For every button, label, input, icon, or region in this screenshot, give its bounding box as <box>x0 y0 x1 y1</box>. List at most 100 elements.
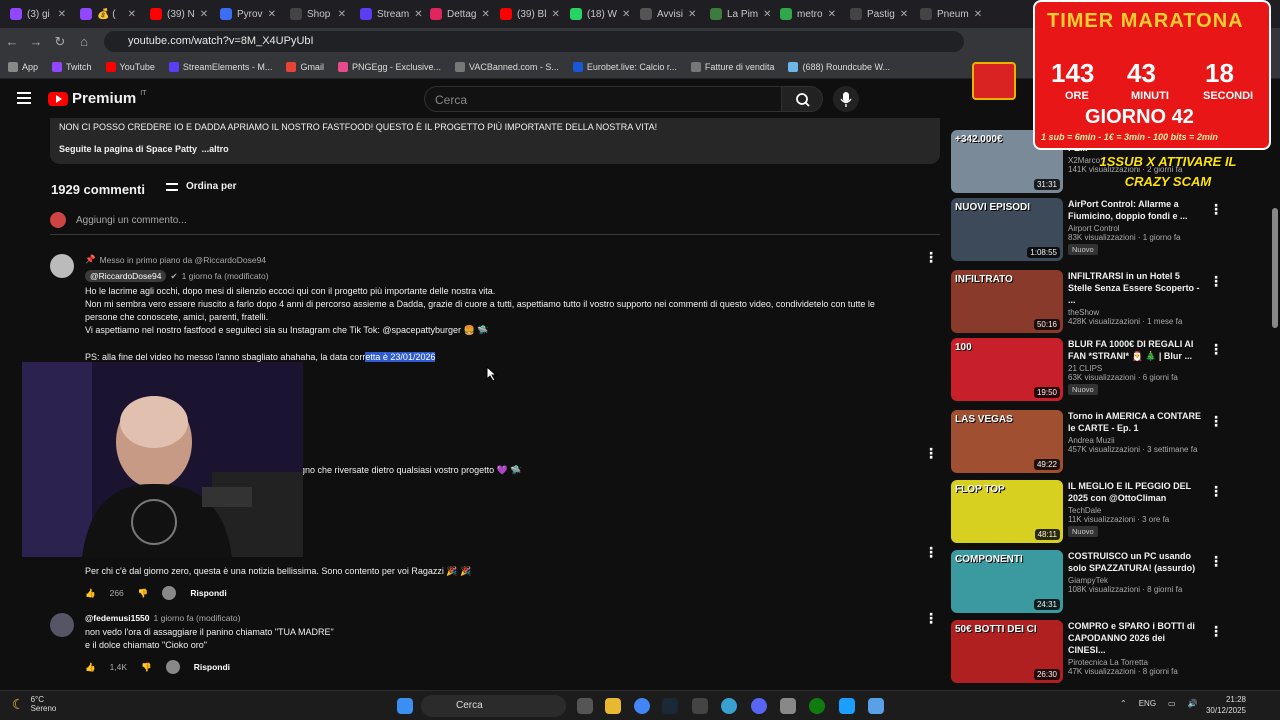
recommended-video[interactable]: 100 19:50 BLUR FA 1000€ DI REGALI AI FAN *… <box>951 338 1223 402</box>
page-scrollbar[interactable] <box>1272 118 1278 690</box>
file-explorer-icon[interactable] <box>605 698 621 714</box>
bookmark-item[interactable]: Gmail <box>286 61 324 72</box>
video-options-icon[interactable]: ⋮ <box>1209 414 1223 428</box>
dislike-icon[interactable]: 👎 <box>141 662 152 673</box>
weather-widget[interactable]: ☾ 6°C Sereno <box>12 695 56 713</box>
video-options-icon[interactable]: ⋮ <box>1209 202 1223 216</box>
more-link[interactable]: ...altro <box>202 144 229 154</box>
channel-name[interactable]: Airport Control <box>1068 224 1203 233</box>
search-button[interactable] <box>781 86 823 112</box>
network-icon[interactable]: ▭ <box>1168 699 1176 708</box>
discord-icon[interactable] <box>751 698 767 714</box>
browser-tab[interactable]: 💰 (✕ <box>74 3 142 25</box>
start-icon[interactable] <box>397 698 413 714</box>
app-icon[interactable] <box>692 698 708 714</box>
comment-options-icon[interactable]: ⋮ <box>924 250 938 264</box>
video-options-icon[interactable]: ⋮ <box>1209 274 1223 288</box>
forward-icon[interactable]: → <box>24 34 48 49</box>
bookmark-item[interactable]: StreamElements - M... <box>168 61 272 72</box>
add-comment-row[interactable]: Aggiungi un commento... <box>50 212 940 235</box>
scrollbar-thumb[interactable] <box>1272 208 1278 328</box>
browser-tab[interactable]: Avvisi ✕ <box>634 3 702 25</box>
browser-tab[interactable]: (18) W ✕ <box>564 3 632 25</box>
video-options-icon[interactable]: ⋮ <box>1209 342 1223 356</box>
video-title[interactable]: COSTRUISCO un PC usando solo SPAZZATURA!… <box>1068 550 1203 574</box>
video-title[interactable]: AirPort Control: Allarme a Fiumicino, do… <box>1068 198 1203 222</box>
browser-tab[interactable]: Pastig ✕ <box>844 3 912 25</box>
back-icon[interactable]: ← <box>0 34 24 49</box>
close-tab-icon[interactable]: ✕ <box>268 9 276 20</box>
recommended-video[interactable]: COMPONENTI 24:31 COSTRUISCO un PC usando s… <box>951 550 1223 614</box>
browser-tab[interactable]: La Pim ✕ <box>704 3 772 25</box>
language-indicator[interactable]: ENG <box>1139 699 1156 708</box>
video-description[interactable]: NON CI POSSO CREDERE IO E DADDA APRIAMO … <box>50 118 940 164</box>
recommended-video[interactable]: INFILTRATO 50:16 INFILTRARSI in un Hotel 5… <box>951 270 1223 334</box>
browser-tab[interactable]: Pneum ✕ <box>914 3 982 25</box>
channel-name[interactable]: 21 CLIPS <box>1068 364 1203 373</box>
channel-name[interactable]: TechDale <box>1068 506 1203 515</box>
video-title[interactable]: INFILTRARSI in un Hotel 5 Stelle Senza E… <box>1068 270 1203 306</box>
close-tab-icon[interactable]: ✕ <box>763 9 771 20</box>
recommended-video[interactable]: FLOP TOP 48:11 IL MEGLIO E IL PEGGIO DEL 2… <box>951 480 1223 544</box>
chrome-icon[interactable] <box>634 698 650 714</box>
reload-icon[interactable]: ↻ <box>48 34 72 50</box>
menu-icon[interactable] <box>17 92 31 107</box>
comment-options-icon[interactable]: ⋮ <box>924 545 938 559</box>
calculator-icon[interactable] <box>780 698 796 714</box>
comment-author[interactable]: @fedemusi1550 <box>85 613 150 623</box>
chevron-up-icon[interactable]: ⌃ <box>1120 699 1127 708</box>
comment-author[interactable]: @RiccardoDose94 <box>85 270 167 282</box>
close-tab-icon[interactable]: ✕ <box>974 9 982 20</box>
video-options-icon[interactable]: ⋮ <box>1209 554 1223 568</box>
bookmark-item[interactable]: App <box>8 61 38 72</box>
reply-button[interactable]: Rispondi <box>190 588 226 598</box>
video-thumbnail[interactable]: COMPONENTI 24:31 <box>951 550 1063 613</box>
video-options-icon[interactable]: ⋮ <box>1209 624 1223 638</box>
edge-icon[interactable] <box>721 698 737 714</box>
video-options-icon[interactable]: ⋮ <box>1209 484 1223 498</box>
browser-tab[interactable]: (3) gi ✕ <box>4 3 72 25</box>
youtube-logo[interactable]: Premium IT <box>48 90 146 107</box>
recommended-video[interactable]: NUOVI EPISODI 1:08:55 AirPort Control: All… <box>951 198 1223 262</box>
mic-button[interactable] <box>833 86 859 112</box>
close-tab-icon[interactable]: ✕ <box>551 9 559 20</box>
search-input[interactable]: Cerca <box>424 86 782 112</box>
system-tray[interactable]: ⌃ ENG ▭ 🔊 <box>1120 699 1198 708</box>
browser-tab[interactable]: Stream ✕ <box>354 3 422 25</box>
close-tab-icon[interactable]: ✕ <box>414 9 422 20</box>
comment-avatar[interactable] <box>50 254 74 278</box>
add-comment-input[interactable]: Aggiungi un commento... <box>76 215 187 226</box>
volume-icon[interactable]: 🔊 <box>1188 699 1198 708</box>
bookmark-item[interactable]: Eurobet.live: Calcio r... <box>572 61 677 72</box>
browser-tab[interactable]: Dettag ✕ <box>424 3 492 25</box>
steam-icon[interactable] <box>662 698 678 714</box>
bookmark-item[interactable]: VACBanned.com - S... <box>454 61 559 72</box>
close-tab-icon[interactable]: ✕ <box>200 9 208 20</box>
close-tab-icon[interactable]: ✕ <box>828 9 836 20</box>
home-icon[interactable]: ⌂ <box>72 34 96 49</box>
close-tab-icon[interactable]: ✕ <box>338 9 346 20</box>
recommended-video[interactable]: 50€ BOTTI DEI CI 26:30 COMPRO e SPARO i BO… <box>951 620 1223 684</box>
browser-tab[interactable]: Pyrov ✕ <box>214 3 282 25</box>
dislike-icon[interactable]: 👎 <box>138 588 149 599</box>
comment-options-icon[interactable]: ⋮ <box>924 611 938 625</box>
bookmark-item[interactable]: Twitch <box>52 61 92 72</box>
close-tab-icon[interactable]: ✕ <box>128 9 136 20</box>
video-thumbnail[interactable]: 50€ BOTTI DEI CI 26:30 <box>951 620 1063 683</box>
video-thumbnail[interactable]: 100 19:50 <box>951 338 1063 401</box>
reply-button[interactable]: Rispondi <box>194 662 230 672</box>
video-title[interactable]: IL MEGLIO E IL PEGGIO DEL 2025 con @Otto… <box>1068 480 1203 504</box>
browser-tab[interactable]: (39) N ✕ <box>144 3 212 25</box>
notepad-icon[interactable] <box>868 698 884 714</box>
bookmark-item[interactable]: (688) Roundcube W... <box>788 61 890 72</box>
bookmark-item[interactable]: YouTube <box>105 61 155 72</box>
video-thumbnail[interactable]: FLOP TOP 48:11 <box>951 480 1063 543</box>
video-title[interactable]: BLUR FA 1000€ DI REGALI AI FAN *STRANI* … <box>1068 338 1203 362</box>
comment-avatar[interactable] <box>50 613 74 637</box>
video-thumbnail[interactable]: NUOVI EPISODI 1:08:55 <box>951 198 1063 261</box>
bookmark-item[interactable]: PNGEgg - Exclusive... <box>337 61 441 72</box>
browser-tab[interactable]: metro ✕ <box>774 3 842 25</box>
channel-name[interactable]: Pirotecnica La Torretta <box>1068 658 1203 667</box>
video-thumbnail[interactable]: LAS VEGAS 49:22 <box>951 410 1063 473</box>
like-icon[interactable]: 👍 <box>85 588 96 599</box>
